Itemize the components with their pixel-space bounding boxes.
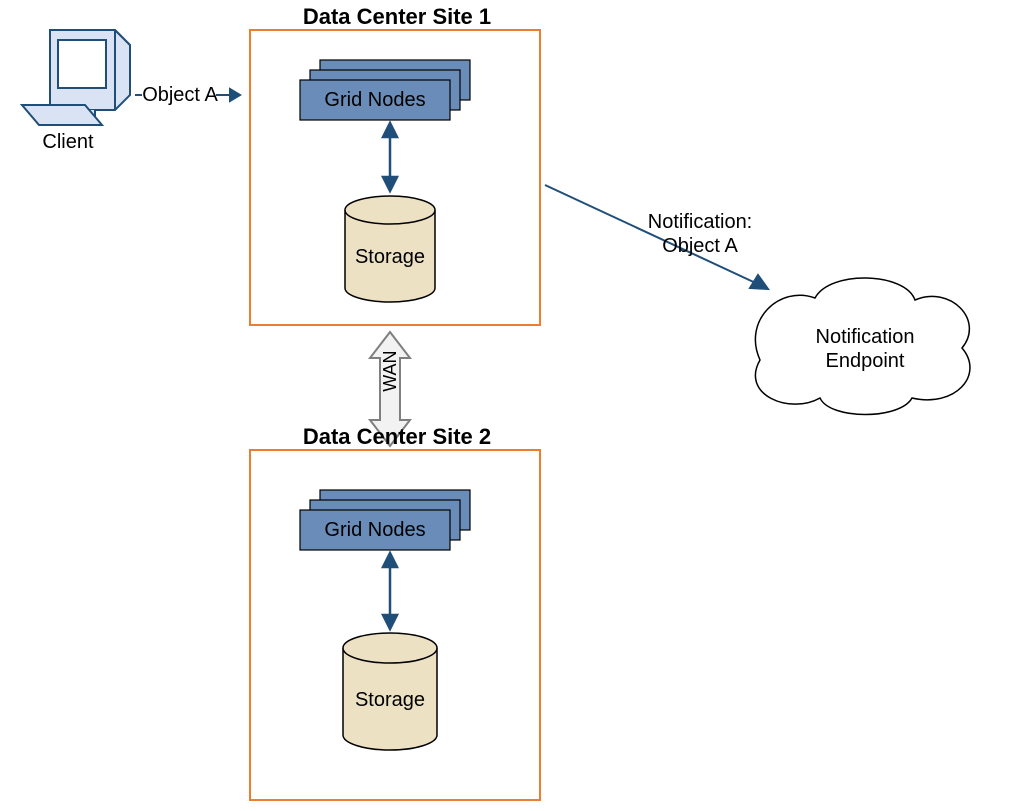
site2-storage-label: Storage (343, 688, 437, 712)
site1-grid-storage-arrow (383, 123, 397, 191)
notification-endpoint-label: Notification Endpoint (800, 325, 930, 373)
client-icon (22, 30, 130, 125)
site1-title: Data Center Site 1 (277, 4, 517, 30)
site2-gridnodes-label: Grid Nodes (300, 518, 450, 542)
client-label: Client (18, 130, 118, 154)
object-a-label: Object A (140, 83, 220, 107)
wan-label: WAN (380, 368, 402, 392)
diagram-canvas (0, 0, 1013, 811)
site1-gridnodes-label: Grid Nodes (300, 88, 450, 112)
site2-title: Data Center Site 2 (277, 424, 517, 450)
site1-storage-label: Storage (345, 245, 435, 269)
notification-label: Notification: Object A (630, 210, 770, 258)
site2-grid-storage-arrow (383, 553, 397, 629)
